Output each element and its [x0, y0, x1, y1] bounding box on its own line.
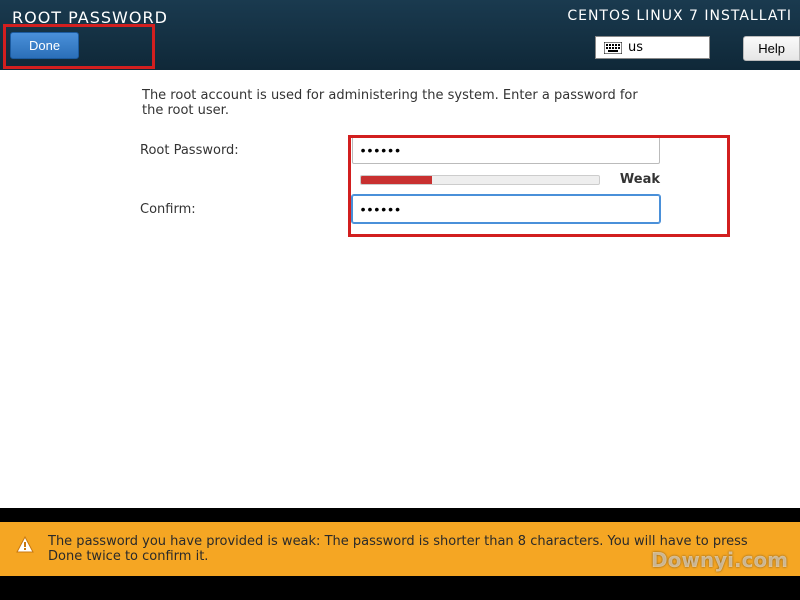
keyboard-layout-selector[interactable]: us: [595, 36, 710, 59]
done-button[interactable]: Done: [10, 32, 79, 59]
confirm-label: Confirm:: [140, 202, 352, 217]
password-label: Root Password:: [140, 143, 352, 158]
strength-row: Weak: [360, 172, 660, 187]
keyboard-icon: [604, 42, 622, 54]
keyboard-layout-label: us: [628, 40, 643, 55]
help-button[interactable]: Help: [743, 36, 800, 61]
root-password-input[interactable]: [352, 136, 660, 164]
warning-icon: [16, 536, 34, 554]
password-strength-bar: [360, 175, 600, 185]
description-text: The root account is used for administeri…: [140, 88, 660, 118]
strength-label: Weak: [620, 172, 660, 187]
main-content: The root account is used for administeri…: [0, 70, 800, 508]
confirm-row: Confirm:: [140, 195, 660, 223]
warning-bar: The password you have provided is weak: …: [0, 522, 800, 576]
bottom-black-bar: [0, 576, 800, 600]
strength-fill: [361, 176, 432, 184]
password-row: Root Password:: [140, 136, 660, 164]
installer-title: CENTOS LINUX 7 INSTALLATI: [567, 8, 792, 24]
header-bar: ROOT PASSWORD CENTOS LINUX 7 INSTALLATI …: [0, 0, 800, 70]
confirm-password-input[interactable]: [352, 195, 660, 223]
warning-text: The password you have provided is weak: …: [48, 534, 784, 564]
